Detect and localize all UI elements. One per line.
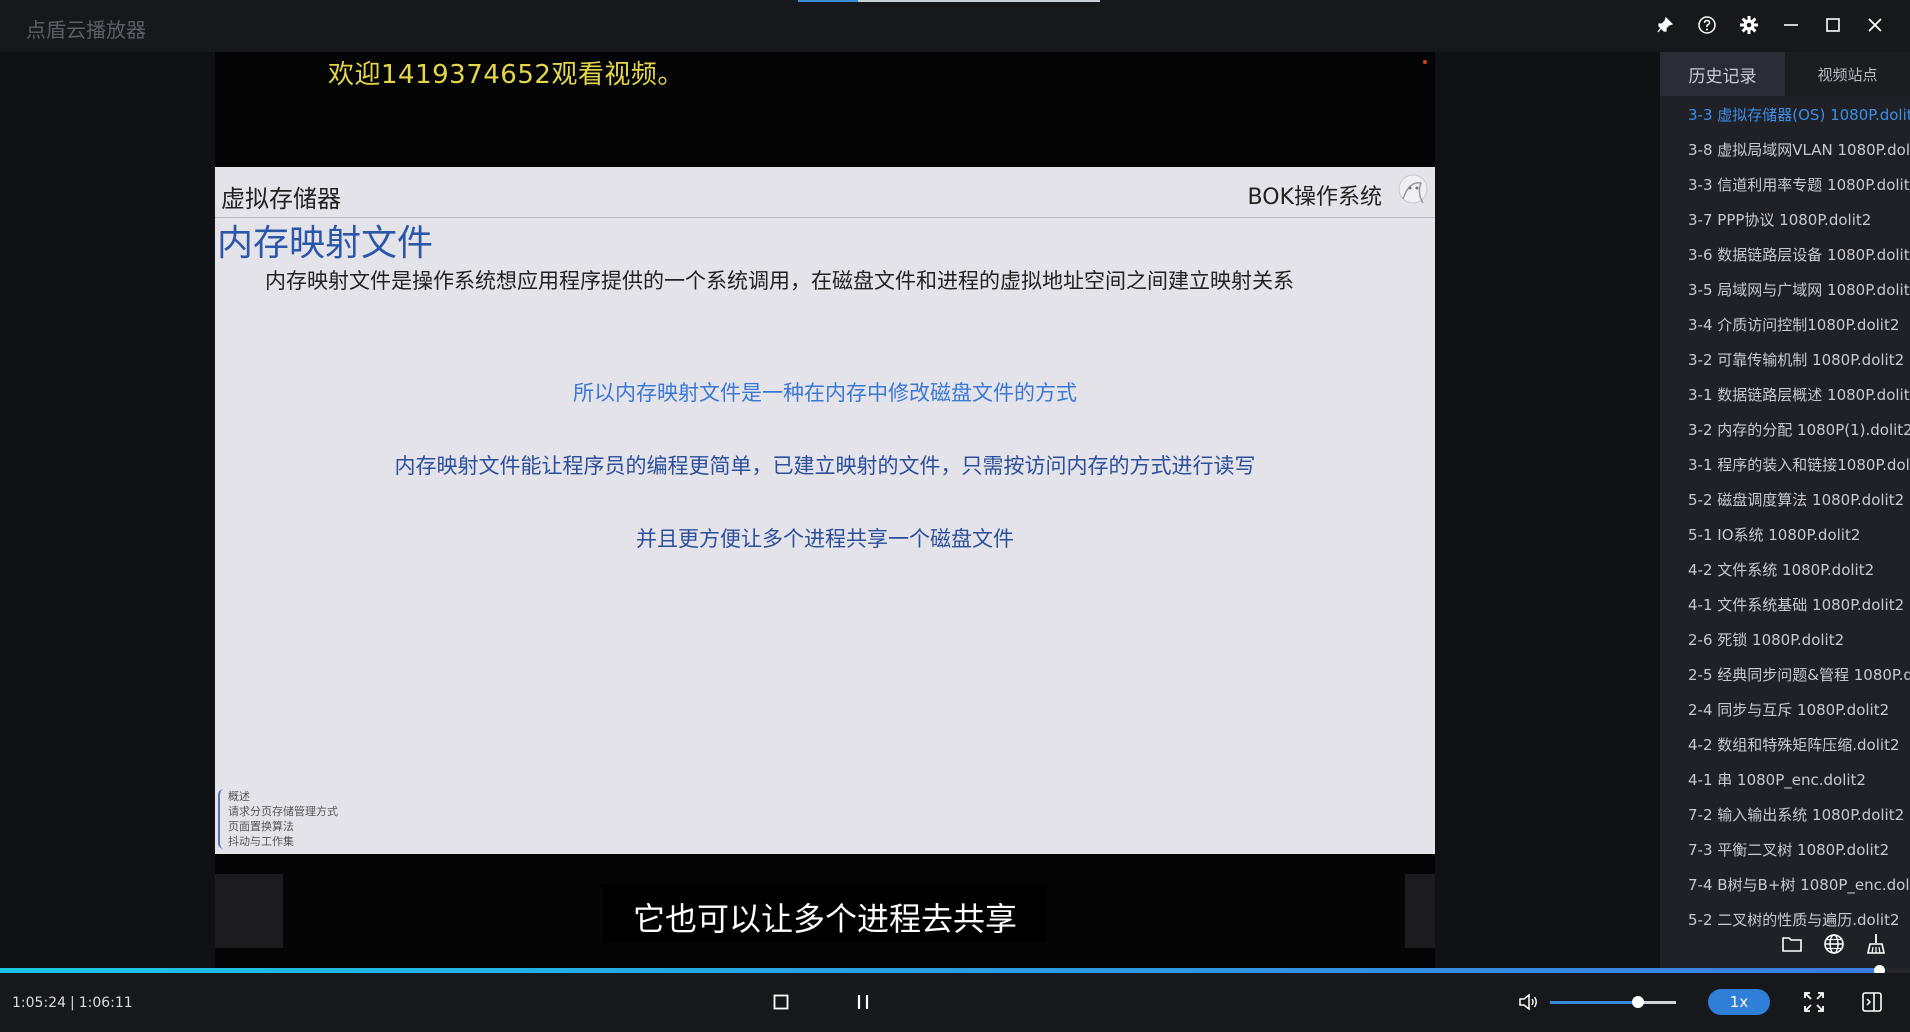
history-item[interactable]: 2-5 经典同步问题&管程 1080P.dolit2 (1660, 658, 1910, 693)
history-list: 3-3 虚拟存储器(OS) 1080P.dolit2 3-8 虚拟局域网VLAN … (1660, 98, 1910, 938)
stop-icon (773, 994, 789, 1010)
time-separator: | (69, 995, 75, 1011)
volume-knob[interactable] (1632, 996, 1645, 1008)
subtitle-text: 它也可以让多个进程去共享 (632, 900, 1017, 938)
slide-chapter: 虚拟存储器 (221, 185, 341, 213)
sidebar-toggle-icon (1862, 992, 1882, 1012)
recording-dot (1423, 60, 1427, 64)
history-item[interactable]: 2-6 死锁 1080P.dolit2 (1660, 623, 1910, 658)
toggle-sidebar-button[interactable] (1857, 987, 1887, 1017)
time-display: 1:05:24 | 1:06:11 (12, 995, 133, 1011)
current-time: 1:05:24 (12, 995, 66, 1011)
history-item[interactable]: 5-2 磁盘调度算法 1080P.dolit2 (1660, 483, 1910, 518)
window-controls (1650, 10, 1890, 40)
history-item[interactable]: 7-3 平衡二叉树 1080P.dolit2 (1660, 833, 1910, 868)
slide-header: 虚拟存储器 BOK操作系统 (215, 167, 1435, 218)
history-item[interactable]: 5-1 IO系统 1080P.dolit2 (1660, 518, 1910, 553)
close-icon[interactable] (1860, 10, 1890, 40)
total-time: 1:06:11 (78, 995, 133, 1011)
video-dark-block (215, 874, 283, 948)
volume-button[interactable] (1514, 987, 1544, 1017)
control-bar: 1:05:24 | 1:06:11 1x (0, 973, 1910, 1032)
toc-item: 请求分页存储管理方式 (228, 805, 338, 818)
history-item[interactable]: 3-3 虚拟存储器(OS) 1080P.dolit2 (1660, 98, 1910, 133)
sidebar-tools (1780, 932, 1888, 956)
tab-history[interactable]: 历史记录 (1660, 52, 1785, 96)
history-item[interactable]: 4-1 文件系统基础 1080P.dolit2 (1660, 588, 1910, 623)
fullscreen-icon (1804, 992, 1824, 1012)
settings-icon[interactable] (1734, 10, 1764, 40)
subtitle-box: 它也可以让多个进程去共享 (603, 884, 1047, 942)
maximize-icon[interactable] (1818, 10, 1848, 40)
history-item[interactable]: 4-2 数组和特殊矩阵压缩.dolit2 (1660, 728, 1910, 763)
volume-slider[interactable] (1550, 996, 1676, 1008)
broom-icon[interactable] (1864, 932, 1888, 956)
user-watermark: 欢迎1419374652观看视频。 (328, 60, 684, 90)
slide-point: 内存映射文件能让程序员的编程更简单，已建立映射的文件，只需按访问内存的方式进行读… (394, 454, 1256, 478)
lecture-slide: 虚拟存储器 BOK操作系统 内存映射文件 内存映射文件是操作系统想应用程序提供的… (215, 167, 1435, 854)
history-item[interactable]: 3-1 程序的装入和链接1080P.dolit2 (1660, 448, 1910, 483)
slide-logo (1389, 169, 1431, 215)
history-sidebar: 历史记录 视频站点 3-3 虚拟存储器(OS) 1080P.dolit2 3-8 … (1660, 52, 1910, 968)
video-frame[interactable]: 欢迎1419374652观看视频。 虚拟存储器 BOK操作系统 内存映射文件 内… (215, 52, 1435, 968)
video-area[interactable]: 欢迎1419374652观看视频。 虚拟存储器 BOK操作系统 内存映射文件 内… (0, 52, 1660, 968)
tab-video-sites[interactable]: 视频站点 (1785, 52, 1910, 96)
pause-button[interactable] (848, 987, 878, 1017)
globe-icon[interactable] (1822, 932, 1846, 956)
sidebar-tabs: 历史记录 视频站点 (1660, 52, 1910, 96)
history-item[interactable]: 3-4 介质访问控制1080P.dolit2 (1660, 308, 1910, 343)
history-item[interactable]: 3-5 局域网与广域网 1080P.dolit2 (1660, 273, 1910, 308)
history-item[interactable]: 2-4 同步与互斥 1080P.dolit2 (1660, 693, 1910, 728)
history-item[interactable]: 3-6 数据链路层设备 1080P.dolit2 (1660, 238, 1910, 273)
pause-icon (857, 995, 869, 1009)
toc-item: 页面置换算法 (228, 820, 294, 833)
slide-title: 内存映射文件 (217, 223, 434, 264)
pin-icon[interactable] (1650, 10, 1680, 40)
fullscreen-button[interactable] (1799, 987, 1829, 1017)
slide-point: 并且更方便让多个进程共享一个磁盘文件 (636, 527, 1014, 551)
video-dark-block (1405, 874, 1435, 948)
top-accent-line-secondary (858, 0, 1100, 2)
history-item[interactable]: 3-2 可靠传输机制 1080P.dolit2 (1660, 343, 1910, 378)
stop-button[interactable] (766, 987, 796, 1017)
minimize-icon[interactable] (1776, 10, 1806, 40)
speed-button[interactable]: 1x (1708, 989, 1770, 1015)
app-title: 点盾云播放器 (26, 18, 146, 42)
toc-item: 抖动与工作集 (228, 835, 294, 848)
history-item[interactable]: 3-7 PPP协议 1080P.dolit2 (1660, 203, 1910, 238)
history-item[interactable]: 3-3 信道利用率专题 1080P.dolit2 (1660, 168, 1910, 203)
history-item[interactable]: 4-1 串 1080P_enc.dolit2 (1660, 763, 1910, 798)
title-bar: 点盾云播放器 (0, 0, 1910, 52)
history-item[interactable]: 3-2 内存的分配 1080P(1).dolit2 (1660, 413, 1910, 448)
volume-fill (1550, 1001, 1639, 1004)
slide-definition: 内存映射文件是操作系统想应用程序提供的一个系统调用，在磁盘文件和进程的虚拟地址空… (265, 269, 1294, 293)
slide-brand: BOK操作系统 (1247, 185, 1382, 210)
history-item[interactable]: 4-2 文件系统 1080P.dolit2 (1660, 553, 1910, 588)
slide-toc: 概述 请求分页存储管理方式 页面置换算法 抖动与工作集 (218, 789, 338, 849)
folder-icon[interactable] (1780, 932, 1804, 956)
volume-icon (1519, 993, 1537, 1011)
history-item[interactable]: 3-8 虚拟局域网VLAN 1080P.dolit2 (1660, 133, 1910, 168)
slide-point: 所以内存映射文件是一种在内存中修改磁盘文件的方式 (573, 381, 1077, 405)
help-icon[interactable] (1692, 10, 1722, 40)
history-item[interactable]: 7-2 输入输出系统 1080P.dolit2 (1660, 798, 1910, 833)
toc-item: 概述 (228, 790, 250, 803)
top-accent-line (798, 0, 858, 2)
history-item[interactable]: 7-4 B树与B+树 1080P_enc.dolit2 (1660, 868, 1910, 903)
history-item[interactable]: 3-1 数据链路层概述 1080P.dolit2 (1660, 378, 1910, 413)
